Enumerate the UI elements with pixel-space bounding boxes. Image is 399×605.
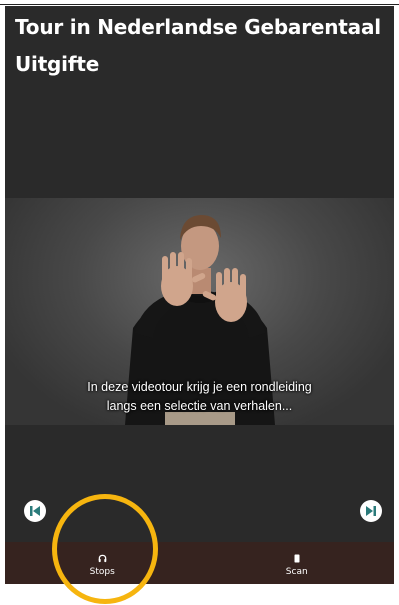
bottom-tab-bar: Stops Scan [5, 542, 394, 584]
top-divider [0, 4, 399, 5]
scan-icon [294, 554, 300, 564]
page-subtitle: Uitgifte [15, 52, 100, 76]
video-caption-line-2: langs een selectie van verhalen... [106, 399, 293, 413]
skip-previous-icon [30, 506, 40, 516]
previous-button[interactable] [24, 500, 46, 522]
headphones-icon [98, 554, 107, 564]
page-title: Tour in Nederlandse Gebarentaal [15, 15, 381, 39]
tab-scan[interactable]: Scan [200, 542, 395, 584]
tab-stops[interactable]: Stops [5, 542, 200, 584]
tab-stops-label: Stops [89, 566, 115, 577]
tab-scan-label: Scan [285, 566, 308, 577]
next-button[interactable] [360, 500, 382, 522]
skip-next-icon [366, 506, 376, 516]
app-screen: Tour in Nederlandse Gebarentaal Uitgifte [5, 6, 394, 584]
video-caption-line-1: In deze videotour krijg je een rondleidi… [87, 380, 312, 394]
video-player[interactable]: In deze videotour krijg je een rondleidi… [5, 198, 394, 425]
